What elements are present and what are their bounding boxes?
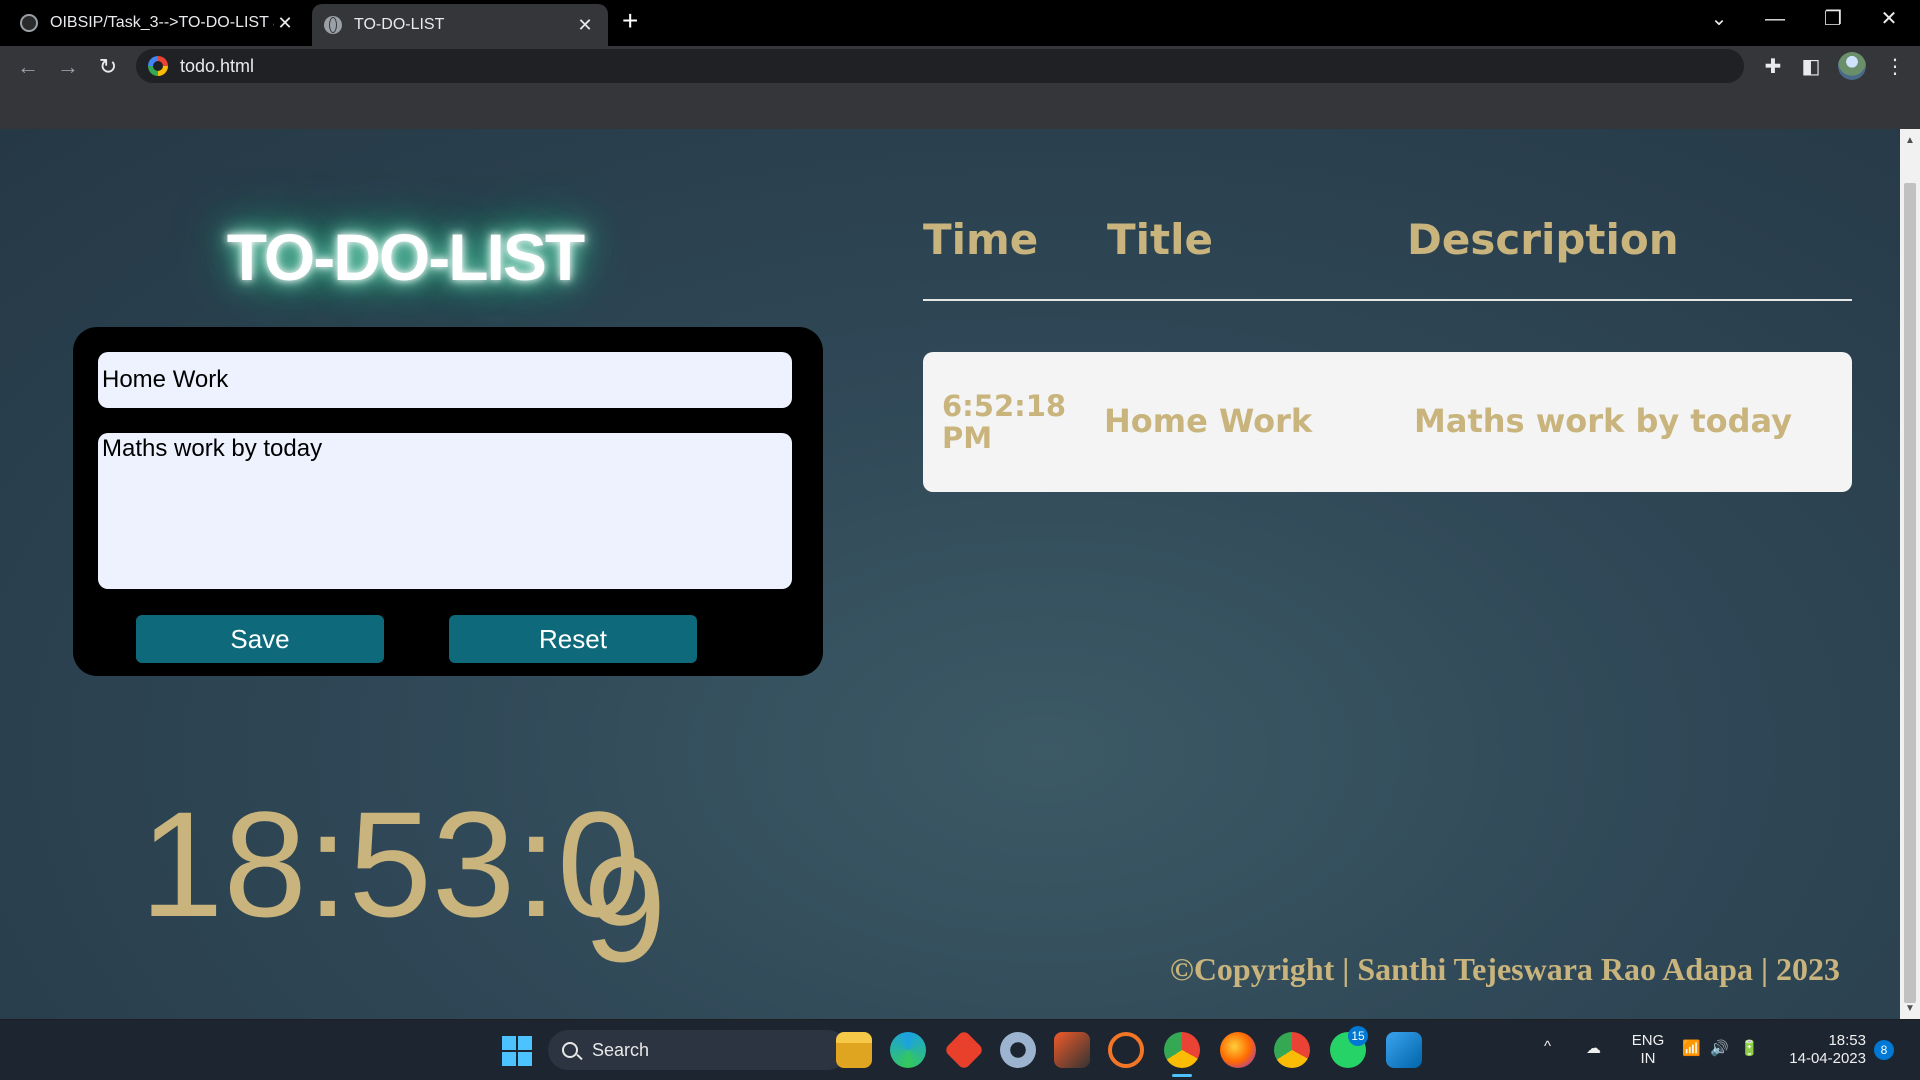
row-title: Home Work [1104, 402, 1313, 440]
show-hidden-icons-icon[interactable]: ^ [1544, 1038, 1551, 1056]
language-line2: IN [1640, 1050, 1656, 1067]
close-icon[interactable]: ✕ [574, 15, 596, 36]
chrome-profile-icon[interactable] [1274, 1032, 1310, 1068]
page-scrollbar[interactable]: ▲ ▼ [1900, 129, 1920, 1019]
tab-github[interactable]: OIBSIP/Task_3-->TO-DO-LIST at ✕ [8, 4, 308, 42]
reset-button[interactable]: Reset [449, 615, 697, 663]
digital-clock: 18:53:0 [140, 780, 641, 948]
chrome-icon[interactable] [1164, 1032, 1200, 1068]
globe-icon [324, 16, 342, 34]
extensions-icon[interactable]: ✚ [1758, 54, 1788, 79]
vscode-icon[interactable] [1386, 1032, 1422, 1068]
tab-todo-list[interactable]: TO-DO-LIST ✕ [312, 4, 608, 46]
wifi-icon[interactable]: 📶 [1682, 1040, 1701, 1058]
taskbar-time: 18:53 [1828, 1032, 1866, 1049]
digital-clock-last-digit: 9 [583, 825, 667, 993]
address-bar[interactable]: todo.html [136, 49, 1744, 83]
edge-icon[interactable] [890, 1032, 926, 1068]
whatsapp-badge: 15 [1348, 1026, 1368, 1046]
active-app-indicator [1172, 1074, 1192, 1077]
title-input[interactable] [98, 352, 792, 408]
search-icon [562, 1042, 578, 1058]
reload-icon[interactable]: ↻ [92, 54, 124, 80]
header-title: Title [1107, 215, 1214, 264]
profile-avatar[interactable] [1838, 52, 1866, 80]
scroll-thumb[interactable] [1904, 183, 1916, 1003]
header-divider [923, 299, 1852, 301]
description-textarea[interactable]: Maths work by today [98, 433, 792, 589]
tab-search-icon[interactable]: ⌄ [1696, 6, 1742, 32]
taskbar-search[interactable]: Search [548, 1030, 848, 1070]
google-icon [148, 56, 168, 76]
header-description: Description [1407, 215, 1679, 264]
language-indicator[interactable]: ENG IN [1628, 1032, 1668, 1068]
todo-row: 6:52:18 PM Home Work Maths work by today [923, 352, 1852, 492]
scroll-down-icon[interactable]: ▼ [1905, 1003, 1915, 1014]
close-icon[interactable]: ✕ [274, 13, 296, 34]
clock-date[interactable]: 18:53 14-04-2023 [1776, 1032, 1866, 1068]
tab-title: TO-DO-LIST [354, 16, 445, 33]
tab-title: OIBSIP/Task_3-->TO-DO-LIST at [50, 14, 274, 31]
menu-icon[interactable]: ⋮ [1880, 54, 1910, 79]
header-time: Time [923, 215, 1039, 264]
close-window-icon[interactable]: ✕ [1866, 6, 1912, 32]
github-icon [20, 14, 38, 32]
app-icon[interactable] [1054, 1032, 1090, 1068]
minimize-icon[interactable]: — [1752, 6, 1798, 32]
row-time: 6:52:18 PM [942, 389, 1067, 455]
taskbar: Search 15 ^ ☁ ENG IN 📶 🔊 🔋 18:53 14-04-2… [0, 1020, 1920, 1080]
save-button[interactable]: Save [136, 615, 384, 663]
taskbar-date: 14-04-2023 [1789, 1050, 1866, 1067]
page-heading: TO-DO-LIST [226, 220, 585, 294]
git-icon[interactable] [943, 1029, 985, 1071]
volume-icon[interactable]: 🔊 [1710, 1040, 1729, 1058]
firefox-icon[interactable] [1220, 1032, 1256, 1068]
row-description: Maths work by today [1414, 402, 1793, 440]
back-icon[interactable]: ← [12, 54, 44, 80]
browser-toolbar: ← → ↻ todo.html ✚ ◧ ⋮ [0, 46, 1920, 130]
copyright-footer: ©Copyright | Santhi Tejeswara Rao Adapa … [1169, 951, 1840, 987]
settings-icon[interactable] [1000, 1032, 1036, 1068]
side-panel-icon[interactable]: ◧ [1796, 54, 1826, 79]
restore-icon[interactable]: ❐ [1810, 6, 1856, 32]
todo-form: Maths work by today Save Reset [73, 327, 823, 676]
url-text: todo.html [180, 55, 255, 76]
language-line1: ENG [1631, 1032, 1665, 1049]
jupyter-icon[interactable] [1108, 1032, 1144, 1068]
search-label: Search [592, 1039, 650, 1060]
battery-icon[interactable]: 🔋 [1740, 1040, 1759, 1058]
page-viewport: TO-DO-LIST Maths work by today Save Rese… [0, 129, 1900, 1019]
windows-start-icon[interactable] [502, 1036, 532, 1066]
notification-badge[interactable]: 8 [1874, 1040, 1894, 1060]
browser-titlebar: OIBSIP/Task_3-->TO-DO-LIST at ✕ TO-DO-LI… [0, 0, 1920, 46]
onedrive-icon[interactable]: ☁ [1586, 1040, 1601, 1058]
file-explorer-icon[interactable] [836, 1032, 872, 1068]
new-tab-button[interactable]: + [622, 6, 638, 36]
forward-icon[interactable]: → [52, 54, 84, 80]
scroll-up-icon[interactable]: ▲ [1905, 135, 1915, 146]
